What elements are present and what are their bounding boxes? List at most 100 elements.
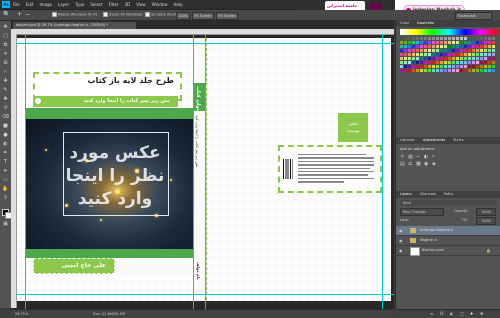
swatch[interactable] [460,53,463,56]
swatch[interactable] [460,45,463,48]
swatch[interactable] [472,45,475,48]
gradient-tool-icon[interactable]: ■ [2,123,9,130]
swatch[interactable] [404,57,407,60]
swatch[interactable] [412,61,415,64]
swatch[interactable] [492,61,495,64]
swatch[interactable] [460,65,463,68]
swatch[interactable] [480,41,483,44]
swatch[interactable] [480,37,483,40]
color-balance-icon[interactable]: ⚖ [408,161,412,167]
dodge-tool-icon[interactable]: ◐ [2,141,9,148]
shape-tool-icon[interactable]: ▭ [2,177,9,184]
swatch[interactable] [480,65,483,68]
scrubby-zoom-option[interactable]: Scrubby Zoom [145,12,177,17]
swatch[interactable] [412,41,415,44]
swatch[interactable] [464,53,467,56]
swatch[interactable] [408,49,411,52]
guide[interactable] [25,34,26,309]
swatch[interactable] [480,49,483,52]
menu-view[interactable]: View [136,2,146,7]
fill-screen-button[interactable]: Fill Screen [216,11,238,20]
guide[interactable] [193,34,194,309]
swatch[interactable] [416,57,419,60]
link-layers-icon[interactable]: ∞ [430,311,433,316]
swatch[interactable] [440,65,443,68]
swatch[interactable] [412,37,415,40]
swatch[interactable] [420,53,423,56]
swatch[interactable] [440,45,443,48]
swatch[interactable] [476,57,479,60]
swatch[interactable] [476,37,479,40]
swatch[interactable] [432,37,435,40]
swatch[interactable] [404,45,407,48]
menu-window[interactable]: Window [152,2,168,7]
swatch[interactable] [420,41,423,44]
swatch[interactable] [416,45,419,48]
swatch[interactable] [444,57,447,60]
swatch[interactable] [452,65,455,68]
swatch[interactable] [460,69,463,72]
swatch[interactable] [420,49,423,52]
fill-field[interactable]: 100% [476,217,496,225]
photo-filter-icon[interactable]: ◉ [424,161,428,167]
swatch[interactable] [492,69,495,72]
swatch[interactable] [464,69,467,72]
swatch[interactable] [412,69,415,72]
swatch[interactable] [452,45,455,48]
ruler-horizontal[interactable] [11,29,394,35]
swatch[interactable] [448,53,451,56]
swatch[interactable] [452,49,455,52]
swatch[interactable] [492,37,495,40]
swatch[interactable] [400,69,403,72]
swatch[interactable] [436,53,439,56]
swatch[interactable] [456,61,459,64]
channel-mixer-icon[interactable]: ◈ [432,161,436,167]
swatch[interactable] [404,41,407,44]
healing-tool-icon[interactable]: ✚ [2,78,9,85]
swatch[interactable] [428,41,431,44]
swatch[interactable] [436,61,439,64]
swatch[interactable] [440,61,443,64]
layer-row[interactable]: ◉ Background 🔒 [396,246,500,256]
swatch[interactable] [492,45,495,48]
swatch[interactable] [404,53,407,56]
menu-layer[interactable]: Layer [58,2,69,7]
visibility-eye-icon[interactable]: ◉ [399,238,404,243]
swatch[interactable] [400,49,403,52]
swatch[interactable] [432,45,435,48]
swatch[interactable] [428,69,431,72]
swatch[interactable] [476,65,479,68]
swatch[interactable] [472,57,475,60]
tab-color[interactable]: Color [400,21,409,25]
swatch[interactable] [432,41,435,44]
swatch[interactable] [492,41,495,44]
swatch[interactable] [436,45,439,48]
zoom-all-option[interactable]: Zoom All Windows [103,12,142,17]
swatch[interactable] [424,53,427,56]
swatch[interactable] [432,53,435,56]
swatch[interactable] [492,57,495,60]
swatch[interactable] [456,41,459,44]
swatch[interactable] [484,49,487,52]
trash-icon[interactable]: ✖ [480,311,483,316]
quick-mask-icon[interactable]: ▣ [2,221,9,228]
swatch[interactable] [460,61,463,64]
swatch[interactable] [412,45,415,48]
eyedropper-tool-icon[interactable]: ✓ [2,69,9,76]
swatch[interactable] [428,37,431,40]
menu-image[interactable]: Image [39,2,52,7]
swatch[interactable] [420,69,423,72]
swatch[interactable] [436,37,439,40]
swatch[interactable] [428,61,431,64]
tab-swatches[interactable]: Swatches [417,21,434,25]
document-tab[interactable]: bakjeld.psd @ 26.7% (Indesign.Naghsh.ir,… [13,22,136,29]
fit-screen-button[interactable]: Fit Screen [192,11,214,20]
menu-3d[interactable]: 3D [125,2,131,7]
fx-icon[interactable]: fx [440,311,444,316]
swatches-grid[interactable] [400,37,497,109]
swatch[interactable] [400,61,403,64]
swatch[interactable] [488,49,491,52]
visibility-eye-icon[interactable]: ◉ [399,248,404,253]
resize-windows-option[interactable]: Resize Windows To Fit [52,12,97,17]
swatch[interactable] [440,41,443,44]
